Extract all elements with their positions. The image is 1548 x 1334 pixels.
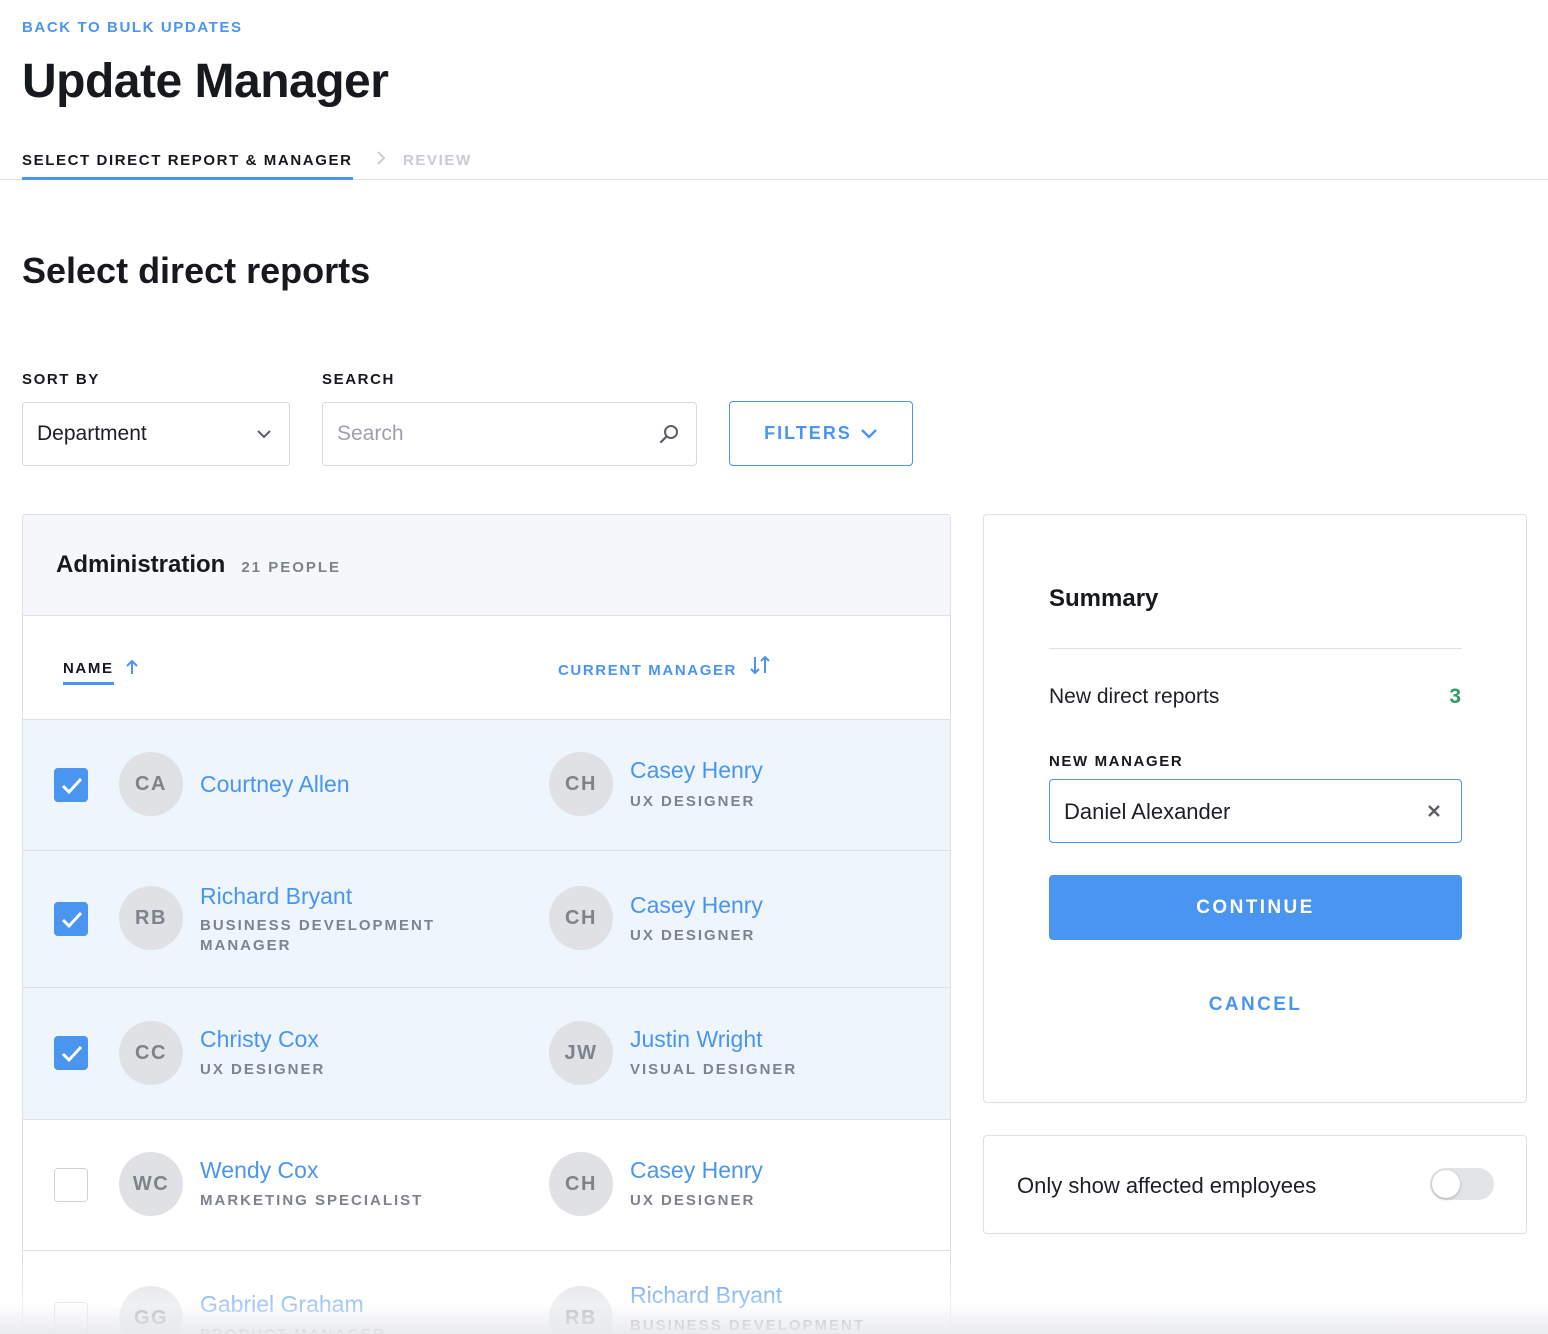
manager-name-link[interactable]: Casey Henry: [630, 1157, 763, 1184]
sort-ascending-icon[interactable]: [125, 658, 139, 676]
sort-by-value: Department: [37, 422, 147, 445]
section-title: Select direct reports: [22, 250, 371, 291]
chevron-down-icon: [860, 428, 877, 439]
row-checkbox[interactable]: [54, 1036, 88, 1070]
table-row[interactable]: CC Christy Cox UX DESIGNER JW Justin Wri…: [23, 988, 950, 1120]
checkmark-icon: [61, 911, 83, 929]
step-tabs: SELECT DIRECT REPORT & MANAGER REVIEW: [0, 140, 1548, 180]
employee-name-link[interactable]: Courtney Allen: [200, 771, 350, 798]
avatar: GG: [119, 1286, 183, 1334]
employee-role: BUSINESS DEVELOPMENT MANAGER: [200, 917, 436, 954]
manager-role: BUSINESS DEVELOPMENT: [630, 1317, 866, 1334]
chevron-down-icon: [257, 430, 271, 439]
row-checkbox[interactable]: [54, 1168, 88, 1202]
summary-panel: Summary New direct reports 3 NEW MANAGER…: [983, 514, 1527, 1103]
sort-by-label: SORT BY: [22, 371, 100, 388]
manager-role: VISUAL DESIGNER: [630, 1061, 798, 1078]
filters-label: FILTERS: [764, 423, 852, 443]
chevron-right-icon: [377, 151, 386, 165]
step-select-direct-report[interactable]: SELECT DIRECT REPORT & MANAGER: [22, 152, 353, 180]
affected-employees-filter: Only show affected employees: [983, 1135, 1527, 1234]
department-name: Administration: [56, 551, 226, 578]
manager-name-link[interactable]: Casey Henry: [630, 757, 763, 784]
search-input[interactable]: [337, 403, 647, 465]
avatar: CC: [119, 1021, 183, 1085]
manager-role: UX DESIGNER: [630, 927, 756, 944]
employee-role: MARKETING SPECIALIST: [200, 1192, 424, 1209]
cancel-button[interactable]: CANCEL: [1049, 985, 1462, 1025]
continue-button[interactable]: CONTINUE: [1049, 875, 1462, 940]
name-column-sort[interactable]: NAME: [63, 660, 114, 685]
employee-name-link[interactable]: Wendy Cox: [200, 1157, 318, 1184]
new-manager-field[interactable]: Daniel Alexander: [1049, 779, 1462, 843]
only-affected-toggle[interactable]: [1430, 1168, 1494, 1200]
back-to-bulk-updates-link[interactable]: BACK TO BULK UPDATES: [22, 19, 243, 36]
search-icon[interactable]: [658, 423, 680, 445]
avatar: WC: [119, 1152, 183, 1216]
manager-avatar: CH: [549, 886, 613, 950]
table-row[interactable]: CA Courtney Allen CH Casey Henry UX DESI…: [23, 720, 950, 851]
manager-avatar: CH: [549, 752, 613, 816]
new-manager-value: Daniel Alexander: [1064, 799, 1231, 824]
toggle-knob: [1432, 1170, 1460, 1198]
row-checkbox[interactable]: [54, 768, 88, 802]
employee-name-link[interactable]: Richard Bryant: [200, 883, 352, 910]
new-direct-reports-count: 3: [1449, 685, 1461, 708]
table-column-header: NAME CURRENT MANAGER: [23, 616, 950, 720]
employee-name-link[interactable]: Christy Cox: [200, 1026, 319, 1053]
new-manager-label: NEW MANAGER: [1049, 753, 1184, 770]
summary-divider: [1049, 648, 1462, 649]
avatar: RB: [119, 886, 183, 950]
table-row[interactable]: WC Wendy Cox MARKETING SPECIALIST CH Cas…: [23, 1120, 950, 1251]
department-header: Administration 21 PEOPLE: [23, 515, 950, 616]
table-row[interactable]: GG Gabriel Graham PRODUCT MANAGER RB Ric…: [23, 1251, 950, 1334]
table-row[interactable]: RB Richard Bryant BUSINESS DEVELOPMENT M…: [23, 851, 950, 988]
manager-avatar: JW: [549, 1021, 613, 1085]
toggle-label: Only show affected employees: [1017, 1173, 1317, 1198]
row-checkbox[interactable]: [54, 902, 88, 936]
new-direct-reports-label: New direct reports: [1049, 685, 1220, 708]
manager-avatar: CH: [549, 1152, 613, 1216]
manager-name-link[interactable]: Casey Henry: [630, 892, 763, 919]
direct-reports-table: Administration 21 PEOPLE NAME CURRENT MA…: [22, 514, 951, 1334]
checkmark-icon: [61, 1045, 83, 1063]
page-title: Update Manager: [22, 55, 389, 108]
department-count: 21 PEOPLE: [241, 558, 342, 576]
manager-avatar: RB: [549, 1286, 613, 1334]
search-box: [322, 402, 697, 466]
manager-role: UX DESIGNER: [630, 1192, 756, 1209]
manager-role: UX DESIGNER: [630, 793, 756, 810]
employee-role: UX DESIGNER: [200, 1061, 326, 1078]
summary-title: Summary: [1049, 585, 1159, 612]
row-checkbox[interactable]: [54, 1302, 88, 1334]
search-label: SEARCH: [322, 371, 395, 388]
avatar: CA: [119, 752, 183, 816]
sort-by-select[interactable]: Department: [22, 402, 290, 466]
manager-name-link[interactable]: Richard Bryant: [630, 1282, 782, 1309]
filters-button[interactable]: FILTERS: [729, 401, 913, 466]
current-manager-column-sort[interactable]: CURRENT MANAGER: [558, 662, 737, 679]
employee-role: PRODUCT MANAGER: [200, 1325, 500, 1334]
close-icon[interactable]: [1425, 802, 1443, 820]
checkmark-icon: [61, 777, 83, 795]
step-review[interactable]: REVIEW: [403, 152, 472, 169]
sort-toggle-icon[interactable]: [748, 654, 772, 676]
manager-name-link[interactable]: Justin Wright: [630, 1026, 763, 1053]
employee-name-link[interactable]: Gabriel Graham: [200, 1291, 364, 1318]
